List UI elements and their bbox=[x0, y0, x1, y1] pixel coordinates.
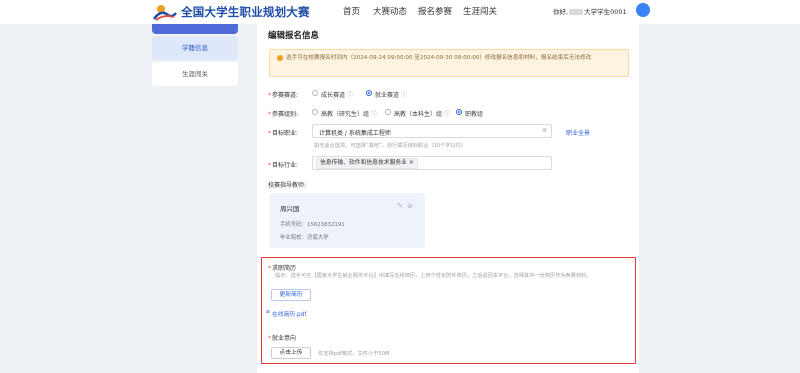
user-name-suffix: 大学学生0001 bbox=[584, 8, 627, 16]
job-hint: 如无适合选项，可选择“其他”，自行填写目标职业（10个字以内） bbox=[314, 143, 467, 149]
industry-tag[interactable]: 信息传输、软件和信息技术服务业 × bbox=[316, 158, 418, 169]
user-greeting-prefix: 你好, bbox=[553, 8, 569, 16]
logo-icon bbox=[152, 5, 177, 21]
mentor-label: 校赛指导教师: bbox=[268, 182, 307, 189]
industry-tag-label: 信息传输、软件和信息技术服务业 bbox=[320, 160, 407, 166]
top-navigation-bar: 全国大学生职业规划大赛 首页 大赛动态 报名参赛 生涯闯关 你好, 大学学生000… bbox=[0, 0, 800, 24]
job-label-text: 目标职业: bbox=[272, 130, 299, 137]
industry-label-text: 目标行业: bbox=[272, 162, 299, 169]
radio-employment-track[interactable] bbox=[366, 90, 372, 96]
paperclip-icon: ⌀ bbox=[266, 308, 270, 315]
option-graduate-group-label: 高教（研究生）组 bbox=[321, 111, 370, 118]
mentor-phone: 手机号码：15623832191 bbox=[280, 222, 345, 228]
edit-icon[interactable]: ✎ bbox=[397, 202, 403, 210]
close-icon[interactable]: ⊗ bbox=[542, 127, 547, 134]
radio-undergraduate-group[interactable] bbox=[385, 109, 391, 115]
option-undergraduate-group[interactable]: 高教（本科生）组 ⓘ bbox=[394, 109, 450, 118]
nav-news[interactable]: 大赛动态 bbox=[373, 5, 407, 17]
update-resume-button[interactable]: 更新简历 bbox=[271, 289, 311, 301]
radio-graduate-group[interactable] bbox=[312, 109, 318, 115]
career-panorama-link[interactable]: 职业全景 bbox=[566, 128, 590, 137]
help-icon: ⓘ bbox=[400, 92, 407, 99]
avatar[interactable] bbox=[636, 3, 650, 17]
nav-home[interactable]: 首页 bbox=[343, 5, 360, 17]
track-label-text: 参赛赛道: bbox=[272, 92, 299, 99]
group-label-text: 参赛组别: bbox=[272, 111, 299, 118]
resume-description: 提示：选手可在【国家大学生就业服务平台】中填写在线简历，上传个性化附件简历，之后… bbox=[275, 273, 592, 279]
nav-register[interactable]: 报名参赛 bbox=[418, 5, 452, 17]
radio-vocational-group[interactable] bbox=[456, 109, 462, 115]
option-vocational-group[interactable]: 职教组 bbox=[465, 109, 483, 118]
sidebar-item-career-challenge[interactable]: 生涯闯关 bbox=[152, 62, 238, 86]
page-title: 编辑报名信息 bbox=[268, 31, 320, 41]
radio-growth-track[interactable] bbox=[312, 90, 318, 96]
industry-label: *目标行业: bbox=[268, 162, 299, 169]
sidebar-item-student-info[interactable]: 学籍信息 bbox=[152, 36, 238, 60]
option-growth-track-label: 成长赛道 bbox=[321, 92, 346, 99]
option-graduate-group[interactable]: 高教（研究生）组 ⓘ bbox=[321, 109, 377, 118]
resume-file-link[interactable]: 在线简历.pdf bbox=[272, 309, 306, 318]
option-undergraduate-group-label: 高教（本科生）组 bbox=[394, 111, 443, 118]
option-growth-track[interactable]: 成长赛道 ⓘ bbox=[321, 90, 353, 99]
help-icon: ⓘ bbox=[443, 111, 450, 118]
help-icon: ⓘ bbox=[370, 111, 377, 118]
option-employment-track[interactable]: 就业赛道 ⓘ bbox=[375, 90, 407, 99]
delete-icon[interactable]: ⊗ bbox=[407, 202, 413, 210]
logo-text[interactable]: 全国大学生职业规划大赛 bbox=[181, 4, 310, 20]
track-label: *参赛赛道: bbox=[268, 92, 299, 99]
group-label: *参赛组别: bbox=[268, 111, 299, 118]
mentor-school: 毕业院校：济南大学 bbox=[280, 235, 329, 241]
resume-label: *求职简历 bbox=[268, 265, 297, 272]
option-employment-track-label: 就业赛道 bbox=[375, 92, 400, 99]
upload-hint: 仅支持pdf格式，文件小于50M bbox=[318, 351, 390, 357]
job-label: *目标职业: bbox=[268, 130, 299, 137]
report-label-text: 就业意向 bbox=[272, 335, 297, 342]
mentor-name: 周兴国 bbox=[280, 205, 300, 213]
nav-career-challenge[interactable]: 生涯闯关 bbox=[463, 5, 497, 17]
user-greeting[interactable]: 你好, 大学学生0001 bbox=[553, 6, 627, 16]
redacted-name bbox=[569, 9, 584, 15]
job-select-value: 计算机类 / 系统集成工程师 bbox=[319, 130, 391, 137]
upload-button[interactable]: 点击上传 bbox=[271, 347, 311, 359]
report-label: *就业意向 bbox=[268, 335, 297, 342]
warning-icon bbox=[277, 55, 283, 61]
close-icon[interactable]: × bbox=[409, 160, 414, 166]
resume-label-text: 求职简历 bbox=[272, 265, 297, 272]
notice-text: 选手可在校赛报名时间内（2024-09-24 09:00:00 至2024-09… bbox=[286, 55, 592, 61]
help-icon: ⓘ bbox=[346, 92, 353, 99]
sidebar-header bbox=[152, 24, 238, 34]
